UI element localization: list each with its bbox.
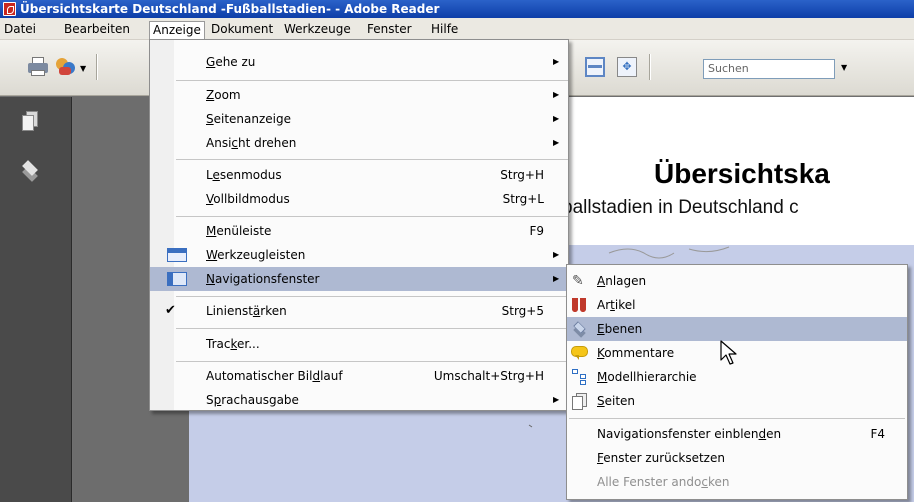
document-subtitle: ballstadien in Deutschland c bbox=[562, 197, 799, 218]
menu-item-anlagen[interactable]: ✎ Anlagen bbox=[567, 269, 907, 293]
menubar: Datei Bearbeiten Anzeige Dokument Werkze… bbox=[0, 18, 914, 40]
collaborate-icon[interactable] bbox=[54, 55, 78, 79]
menu-item-alle-fenster-andocken: Alle Fenster andocken bbox=[597, 475, 730, 489]
toolbar-separator bbox=[96, 54, 98, 80]
menu-item-linienstaerken[interactable]: ✔ Linienstärken Strg+5 bbox=[150, 299, 568, 323]
submenu-arrow-icon: ▶ bbox=[553, 57, 560, 66]
menu-item-modellhierarchie[interactable]: Modellhierarchie bbox=[567, 365, 907, 389]
submenu-arrow-icon: ▶ bbox=[553, 395, 560, 404]
menu-werkzeuge[interactable]: Werkzeuge bbox=[281, 21, 354, 38]
menu-anzeige[interactable]: Anzeige bbox=[149, 21, 205, 40]
menu-item-fenster-zuruecksetzen[interactable]: Fenster zurücksetzen bbox=[567, 446, 907, 470]
anzeige-menu: Gehe zu ▶ Zoom ▶ Seitenanzeige ▶ Ansicht… bbox=[149, 39, 569, 411]
checkmark-icon: ✔ bbox=[165, 303, 176, 318]
menu-item-lesenmodus[interactable]: Lesenmodus Strg+H bbox=[150, 163, 568, 187]
model-tree-icon bbox=[572, 369, 588, 385]
submenu-arrow-icon: ▶ bbox=[553, 138, 560, 147]
menu-item-seiten[interactable]: Seiten bbox=[567, 389, 907, 413]
submenu-arrow-icon: ▶ bbox=[553, 114, 560, 123]
layers-icon[interactable] bbox=[20, 159, 40, 182]
comment-bubble-icon bbox=[571, 346, 589, 360]
menu-item-werkzeugleisten[interactable]: Werkzeugleisten ▶ bbox=[150, 243, 568, 267]
adobe-reader-icon bbox=[3, 2, 16, 16]
menu-item-tracker[interactable]: Tracker... bbox=[150, 332, 568, 356]
menu-item-seitenanzeige[interactable]: Seitenanzeige ▶ bbox=[150, 107, 568, 131]
menu-item-ebenen[interactable]: Ebenen bbox=[567, 317, 907, 341]
menu-item-automatischer-bildlauf[interactable]: Automatischer Bildlauf Umschalt+Strg+H bbox=[150, 364, 568, 388]
menu-hilfe[interactable]: Hilfe bbox=[428, 21, 461, 38]
search-input[interactable]: Suchen bbox=[703, 59, 835, 79]
menu-item-menueleiste[interactable]: Menüleiste F9 bbox=[150, 219, 568, 243]
chevron-down-icon[interactable]: ▼ bbox=[80, 64, 86, 73]
window-titlebar: Übersichtskarte Deutschland -Fußballstad… bbox=[0, 0, 914, 18]
mouse-cursor-icon bbox=[720, 340, 737, 365]
navigationsfenster-submenu: ✎ Anlagen Artikel Ebenen Kommentare Mode… bbox=[566, 264, 908, 500]
menu-item-zoom[interactable]: Zoom ▶ bbox=[150, 83, 568, 107]
toolbars-icon bbox=[167, 248, 187, 262]
paperclip-icon: ✎ bbox=[572, 273, 584, 289]
submenu-arrow-icon: ▶ bbox=[553, 250, 560, 259]
window-title: Übersichtskarte Deutschland -Fußballstad… bbox=[20, 2, 440, 16]
layers-icon bbox=[571, 321, 589, 338]
search-dropdown-icon[interactable]: ▼ bbox=[841, 63, 847, 72]
menu-item-navigationsfenster-einblenden[interactable]: Navigationsfenster einblenden F4 bbox=[567, 422, 907, 446]
navigation-panel bbox=[0, 97, 72, 502]
fit-page-icon[interactable] bbox=[583, 55, 607, 79]
pages-icon[interactable] bbox=[22, 111, 38, 131]
submenu-arrow-icon: ▶ bbox=[553, 90, 560, 99]
print-icon[interactable] bbox=[26, 55, 50, 79]
menu-bearbeiten[interactable]: Bearbeiten bbox=[61, 21, 133, 38]
menu-item-ansicht-drehen[interactable]: Ansicht drehen ▶ bbox=[150, 131, 568, 155]
menu-item-sprachausgabe[interactable]: Sprachausgabe ▶ bbox=[150, 388, 568, 412]
menu-fenster[interactable]: Fenster bbox=[364, 21, 415, 38]
toolbar-separator bbox=[649, 54, 651, 80]
submenu-arrow-icon: ▶ bbox=[553, 274, 560, 283]
articles-icon bbox=[572, 298, 588, 312]
fit-width-icon[interactable]: ✥ bbox=[615, 55, 639, 79]
menu-datei[interactable]: Datei bbox=[1, 21, 39, 38]
navigation-pane-icon bbox=[167, 272, 187, 286]
pages-icon bbox=[572, 393, 588, 410]
menu-item-vollbildmodus[interactable]: Vollbildmodus Strg+L bbox=[150, 187, 568, 211]
menu-item-gehe-zu[interactable]: Gehe zu ▶ bbox=[150, 50, 568, 74]
menu-item-navigationsfenster[interactable]: Navigationsfenster ▶ bbox=[150, 267, 568, 291]
menu-item-artikel[interactable]: Artikel bbox=[567, 293, 907, 317]
menu-dokument[interactable]: Dokument bbox=[208, 21, 276, 38]
document-title: Übersichtska bbox=[654, 158, 830, 189]
